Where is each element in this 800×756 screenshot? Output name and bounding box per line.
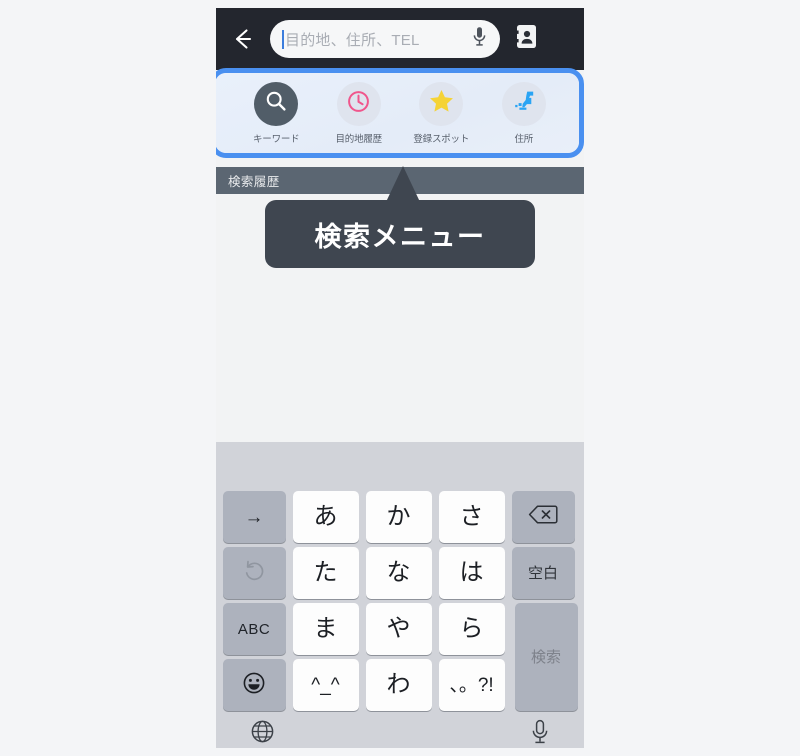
search-menu-label: キーワード [252, 133, 300, 145]
keyword-icon-circle [254, 81, 299, 126]
search-menu-label: 登録スポット [413, 133, 470, 145]
key-emoji[interactable] [222, 659, 286, 711]
search-menu-label: 住所 [514, 133, 534, 145]
clock-icon [346, 89, 371, 119]
phone-screen: 目的地、住所、TEL 検索履歴 検索メニュー キーワード 目的地履歴 登録スポッ… [216, 8, 584, 748]
key-label: や [386, 615, 411, 642]
search-history-title: 検索履歴 [228, 175, 280, 189]
key-label: 空白 [527, 564, 558, 582]
key-space[interactable]: 空白 [511, 547, 575, 599]
microphone-icon [530, 719, 550, 749]
key-label: さ [459, 503, 484, 530]
key-label: ^_^ [311, 674, 340, 696]
arrow-left-icon [230, 26, 256, 52]
tooltip-text: 検索メニュー [314, 221, 486, 252]
search-placeholder-text: 目的地、住所、TEL [285, 31, 420, 49]
keyboard-row: た な は 空白 [216, 547, 584, 599]
key-ya[interactable]: や [365, 603, 432, 655]
search-menu-item-keyword[interactable]: キーワード [239, 81, 313, 145]
key-search-enter[interactable]: 検索 [514, 603, 578, 711]
tooltip-arrow [386, 166, 420, 202]
contact-card-icon [515, 24, 537, 54]
key-label: な [386, 559, 411, 586]
star-icon [428, 88, 455, 119]
key-next[interactable]: → [222, 491, 286, 543]
back-button[interactable] [216, 8, 270, 70]
search-menu-item-address[interactable]: 住所 [487, 81, 561, 145]
tooltip-callout: 検索メニュー [265, 200, 535, 268]
key-label: ABC [237, 620, 271, 638]
key-label: → [244, 506, 264, 528]
destination-history-icon-circle [336, 81, 381, 126]
smiley-icon [242, 671, 266, 700]
key-label: 、。?! [449, 674, 494, 696]
address-icon-circle [501, 81, 546, 126]
contacts-button[interactable] [500, 8, 552, 70]
key-ka[interactable]: か [365, 491, 432, 543]
search-menu-item-saved-spots[interactable]: 登録スポット [404, 81, 478, 145]
keyboard-row: → あ か さ [216, 491, 584, 543]
key-label: あ [313, 503, 338, 530]
key-na[interactable]: な [365, 547, 432, 599]
key-wa[interactable]: わ [365, 659, 432, 711]
key-label: わ [386, 671, 411, 698]
key-ta[interactable]: た [292, 547, 359, 599]
search-menu-bar: キーワード 目的地履歴 登録スポット 住所 [216, 73, 579, 153]
key-backspace[interactable] [511, 491, 575, 543]
saved-spots-icon-circle [419, 81, 464, 126]
keyboard-dictation-button[interactable] [530, 719, 550, 749]
key-a[interactable]: あ [292, 491, 359, 543]
globe-icon [250, 719, 275, 748]
search-menu-highlight: キーワード 目的地履歴 登録スポット 住所 [216, 68, 584, 158]
microphone-icon [472, 26, 487, 52]
keyboard-language-button[interactable] [250, 719, 275, 748]
key-undo[interactable] [222, 547, 286, 599]
backspace-icon [528, 504, 558, 530]
key-kaomoji[interactable]: ^_^ [292, 659, 359, 711]
keyboard-bottom-row [216, 715, 584, 748]
key-sa[interactable]: さ [438, 491, 505, 543]
magnifier-icon [263, 88, 289, 119]
search-menu-item-destination-history[interactable]: 目的地履歴 [322, 81, 396, 145]
voice-search-button[interactable] [468, 27, 490, 51]
key-abc[interactable]: ABC [222, 603, 286, 655]
key-label: ま [313, 615, 338, 642]
key-punct[interactable]: 、。?! [438, 659, 505, 711]
key-ma[interactable]: ま [292, 603, 359, 655]
undo-icon [243, 559, 266, 587]
key-ha[interactable]: は [438, 547, 505, 599]
key-label: 検索 [530, 648, 561, 666]
key-label: か [386, 503, 411, 530]
japan-map-icon [511, 88, 537, 119]
key-ra[interactable]: ら [438, 603, 505, 655]
search-menu-label: 目的地履歴 [335, 133, 382, 145]
top-app-bar: 目的地、住所、TEL [216, 8, 584, 70]
software-keyboard: → あ か さ た な は 空白 ABC ま や ら ^_^ わ 、。?! 検索 [216, 442, 584, 748]
key-label: ら [459, 615, 484, 642]
search-input[interactable]: 目的地、住所、TEL [270, 20, 500, 58]
key-label: は [459, 559, 484, 586]
key-label: た [313, 559, 338, 586]
